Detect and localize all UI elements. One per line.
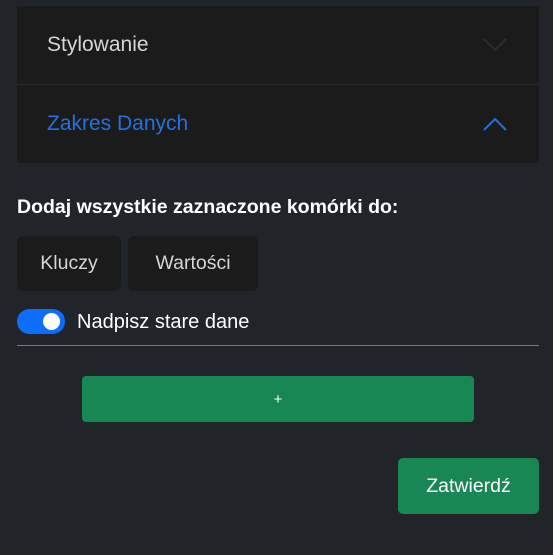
add-button[interactable]: + [82, 376, 474, 422]
accordion-label: Stylowanie [47, 33, 149, 56]
section-title: Dodaj wszystkie zaznaczone komórki do: [17, 196, 399, 218]
keys-button[interactable]: Kluczy [17, 236, 121, 291]
accordion-item-stylowanie[interactable]: Stylowanie [17, 6, 539, 84]
submit-button[interactable]: Zatwierdź [398, 458, 539, 514]
accordion-label: Zakres Danych [47, 111, 189, 135]
chevron-down-icon [483, 38, 507, 52]
chevron-up-icon [483, 117, 507, 131]
divider [17, 345, 539, 346]
accordion-item-zakres-danych[interactable]: Zakres Danych [17, 84, 539, 162]
values-button[interactable]: Wartości [128, 236, 258, 291]
overwrite-label: Nadpisz stare dane [77, 311, 250, 333]
accordion: Stylowanie Zakres Danych [17, 6, 539, 163]
overwrite-toggle[interactable] [17, 309, 65, 334]
